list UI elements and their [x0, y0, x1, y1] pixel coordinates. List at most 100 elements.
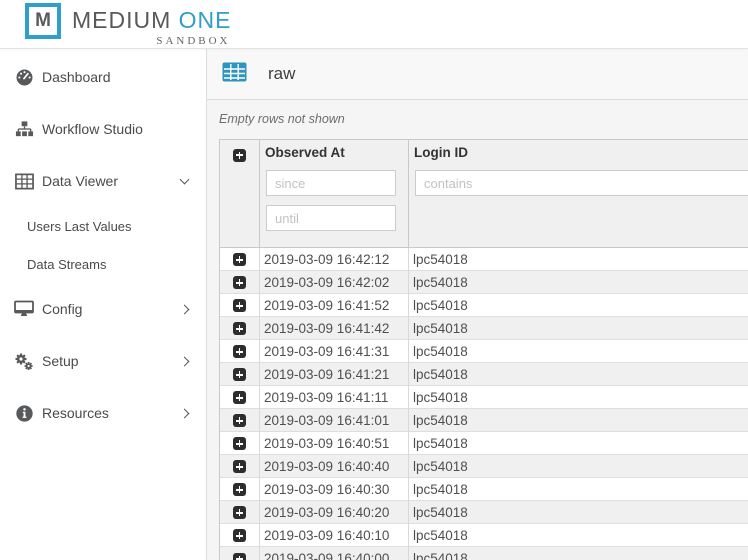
- chevron-right-icon: [180, 356, 190, 366]
- login-id-cell: lpc54018: [409, 432, 748, 455]
- login-id-cell: lpc54018: [409, 271, 748, 294]
- expand-row-cell: [220, 294, 260, 317]
- login-id-cell: lpc54018: [409, 478, 748, 501]
- monitor-icon: [14, 299, 34, 319]
- expand-row-plus-icon[interactable]: [233, 368, 246, 381]
- observed-at-cell: 2019-03-09 16:42:02: [260, 271, 409, 294]
- column-label: Observed At: [264, 145, 408, 160]
- contains-filter-input[interactable]: [415, 170, 748, 196]
- since-filter-input[interactable]: [266, 170, 396, 196]
- expand-row-cell: [220, 432, 260, 455]
- login-id-cell: lpc54018: [409, 524, 748, 547]
- topbar: M MEDIUM ONE SANDBOX: [0, 0, 748, 49]
- expand-row-plus-icon[interactable]: [233, 506, 246, 519]
- raw-table-icon: [222, 62, 247, 87]
- logo-letter: M: [35, 10, 51, 32]
- table-row: 2019-03-09 16:42:12 lpc54018: [220, 248, 748, 271]
- observed-at-cell: 2019-03-09 16:40:40: [260, 455, 409, 478]
- page-title-bar: raw: [207, 49, 748, 100]
- expand-row-plus-icon[interactable]: [233, 253, 246, 266]
- login-id-cell: lpc54018: [409, 363, 748, 386]
- expand-row-cell: [220, 409, 260, 432]
- expand-row-plus-icon[interactable]: [233, 460, 246, 473]
- table-row: 2019-03-09 16:41:01 lpc54018: [220, 409, 748, 432]
- expand-row-plus-icon[interactable]: [233, 345, 246, 358]
- login-id-cell: lpc54018: [409, 294, 748, 317]
- until-filter-input[interactable]: [266, 205, 396, 231]
- expand-row-cell: [220, 363, 260, 386]
- expand-row-cell: [220, 248, 260, 271]
- observed-at-cell: 2019-03-09 16:40:10: [260, 524, 409, 547]
- table-row: 2019-03-09 16:40:51 lpc54018: [220, 432, 748, 455]
- brand-subtitle: SANDBOX: [72, 35, 232, 47]
- sidebar-subitem-label: Users Last Values: [27, 219, 132, 234]
- info-icon: [14, 403, 34, 423]
- brand-name: MEDIUM ONE: [72, 9, 232, 32]
- page-title: raw: [268, 64, 295, 84]
- sidebar: Dashboard Workflow Studio Data Viewer Us…: [0, 49, 207, 560]
- sidebar-item-label: Dashboard: [42, 69, 111, 85]
- sidebar-item-workflow-studio[interactable]: Workflow Studio: [0, 103, 206, 155]
- chevron-right-icon: [180, 408, 190, 418]
- observed-at-cell: 2019-03-09 16:41:31: [260, 340, 409, 363]
- sidebar-item-label: Data Viewer: [42, 173, 118, 189]
- table-row: 2019-03-09 16:41:21 lpc54018: [220, 363, 748, 386]
- table-row: 2019-03-09 16:41:31 lpc54018: [220, 340, 748, 363]
- plus-square-icon[interactable]: [233, 149, 246, 162]
- column-label: Login ID: [413, 145, 748, 160]
- observed-at-cell: 2019-03-09 16:41:01: [260, 409, 409, 432]
- login-id-cell: lpc54018: [409, 340, 748, 363]
- sidebar-item-label: Config: [42, 301, 82, 317]
- expand-row-plus-icon[interactable]: [233, 322, 246, 335]
- table-row: 2019-03-09 16:42:02 lpc54018: [220, 271, 748, 294]
- login-id-cell: lpc54018: [409, 501, 748, 524]
- expand-row-plus-icon[interactable]: [233, 391, 246, 404]
- table-body: 2019-03-09 16:42:12 lpc54018 2019-03-09 …: [220, 248, 748, 560]
- sidebar-item-label: Workflow Studio: [42, 121, 143, 137]
- observed-at-cell: 2019-03-09 16:41:42: [260, 317, 409, 340]
- table-row: 2019-03-09 16:40:30 lpc54018: [220, 478, 748, 501]
- expand-row-plus-icon[interactable]: [233, 414, 246, 427]
- expand-row-cell: [220, 478, 260, 501]
- observed-at-cell: 2019-03-09 16:42:12: [260, 248, 409, 271]
- data-table: Observed At Login ID: [219, 139, 748, 560]
- login-id-cell: lpc54018: [409, 455, 748, 478]
- empty-rows-note: Empty rows not shown: [207, 100, 748, 139]
- sidebar-item-label: Resources: [42, 405, 109, 421]
- brand-name-medium: MEDIUM: [72, 7, 171, 33]
- column-header-observed-at: Observed At: [260, 140, 409, 248]
- sidebar-item-resources[interactable]: Resources: [0, 387, 206, 439]
- sidebar-item-setup[interactable]: Setup: [0, 335, 206, 387]
- table-row: 2019-03-09 16:41:42 lpc54018: [220, 317, 748, 340]
- observed-at-cell: 2019-03-09 16:40:30: [260, 478, 409, 501]
- login-id-cell: lpc54018: [409, 386, 748, 409]
- expand-row-plus-icon[interactable]: [233, 483, 246, 496]
- observed-at-cell: 2019-03-09 16:40:20: [260, 501, 409, 524]
- sidebar-subitem-data-streams[interactable]: Data Streams: [0, 245, 206, 283]
- sidebar-item-data-viewer[interactable]: Data Viewer: [0, 155, 206, 207]
- sidebar-item-dashboard[interactable]: Dashboard: [0, 51, 206, 103]
- data-table-container: Observed At Login ID: [219, 139, 748, 560]
- table-row: 2019-03-09 16:41:11 lpc54018: [220, 386, 748, 409]
- data-table-icon: [14, 171, 34, 191]
- login-id-cell: lpc54018: [409, 317, 748, 340]
- expand-row-cell: [220, 455, 260, 478]
- table-row: 2019-03-09 16:40:10 lpc54018: [220, 524, 748, 547]
- observed-at-cell: 2019-03-09 16:41:52: [260, 294, 409, 317]
- expand-row-plus-icon[interactable]: [233, 437, 246, 450]
- sidebar-subitem-users-last-values[interactable]: Users Last Values: [0, 207, 206, 245]
- expand-row-plus-icon[interactable]: [233, 299, 246, 312]
- observed-at-cell: 2019-03-09 16:40:00: [260, 547, 409, 560]
- expand-row-cell: [220, 501, 260, 524]
- brand-logo[interactable]: M MEDIUM ONE SANDBOX: [25, 2, 232, 47]
- sidebar-item-config[interactable]: Config: [0, 283, 206, 335]
- expand-row-cell: [220, 386, 260, 409]
- login-id-cell: lpc54018: [409, 547, 748, 560]
- expand-row-plus-icon[interactable]: [233, 553, 246, 560]
- sidebar-item-label: Setup: [42, 353, 79, 369]
- chevron-down-icon: [180, 174, 190, 184]
- expand-row-plus-icon[interactable]: [233, 529, 246, 542]
- gears-icon: [14, 351, 34, 371]
- table-row: 2019-03-09 16:41:52 lpc54018: [220, 294, 748, 317]
- expand-row-plus-icon[interactable]: [233, 276, 246, 289]
